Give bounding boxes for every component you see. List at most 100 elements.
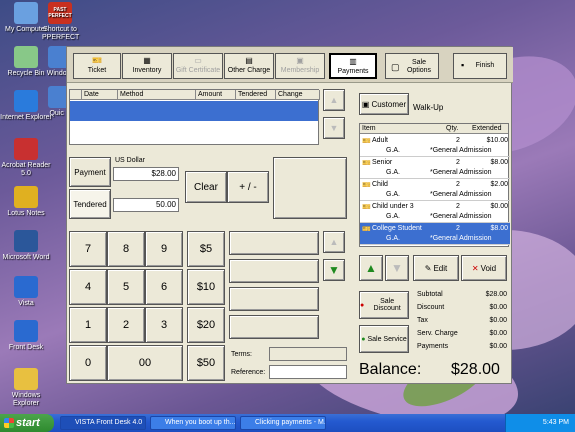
cart-down-button[interactable]: ▼ (385, 255, 409, 281)
function-slot[interactable] (229, 315, 319, 339)
keypad-key-0[interactable]: 0 (69, 345, 107, 381)
grid-header-change[interactable]: Change (276, 90, 320, 100)
discount-icon: ● (360, 301, 365, 309)
other-charge-icon: ▤ (245, 56, 253, 65)
sale-options-button[interactable]: ▢ Sale Options (385, 53, 439, 79)
desktop-icon[interactable]: Microsoft Word (0, 230, 52, 262)
keypad-key-3[interactable]: 3 (145, 307, 183, 343)
toolbar: 🎫 Ticket ▦ Inventory ▭ Gift Certificate ▤ Ot… (67, 47, 513, 83)
cart-item-name: Senior (372, 159, 393, 166)
cart-item[interactable]: 🎫 Senior 2 $8.00 G.A. *General Admission (360, 157, 510, 179)
clear-button[interactable]: Clear (185, 171, 227, 203)
keypad-key-7[interactable]: 7 (69, 231, 107, 267)
task-boot-up-doc[interactable]: When you boot up th... (150, 416, 236, 430)
cart-item-sub: G.A. (386, 169, 401, 176)
desktop-icon[interactable]: Vista (0, 276, 52, 308)
keypad-key-9[interactable]: 9 (145, 231, 183, 267)
keypad-key-8[interactable]: 8 (107, 231, 145, 267)
customer-value: Walk-Up (413, 103, 444, 112)
cart-item-name: Child (372, 181, 388, 188)
desktop-icon[interactable]: Acrobat Reader 5.0 (0, 138, 52, 178)
edit-button[interactable]: ✎ Edit (413, 255, 459, 281)
desktop-icon[interactable]: Front Desk (0, 320, 52, 352)
grid-scroll-down-button[interactable]: ▼ (323, 117, 345, 139)
cash-button[interactable]: $10 (187, 269, 225, 305)
summary-value: $0.00 (489, 317, 507, 324)
keypad-key-6[interactable]: 6 (145, 269, 183, 305)
payment-amount-field[interactable]: $28.00 (113, 167, 179, 181)
reference-field[interactable] (269, 365, 347, 379)
void-button[interactable]: ✕ Void (461, 255, 507, 281)
payments-icon: ▥ (349, 57, 357, 66)
cart-item-extended: $8.00 (490, 225, 508, 232)
task-vista-front-desk[interactable]: VISTA Front Desk 4.0 (60, 416, 146, 430)
ie-icon (14, 90, 38, 112)
cart-item-name: College Student (372, 225, 422, 232)
function-slot[interactable] (229, 259, 319, 283)
summary-value: $0.00 (489, 343, 507, 350)
cart-up-button[interactable]: ▲ (359, 255, 383, 281)
sale-discount-button[interactable]: ● Sale Discount (359, 291, 409, 319)
desktop-icon[interactable]: Lotus Notes (0, 186, 52, 218)
customer-button[interactable]: ▣ Customer (359, 93, 409, 115)
explorer-icon (14, 368, 38, 390)
finish-icon: ▪ (461, 60, 465, 70)
cart-item[interactable]: 🎫 Child 2 $2.00 G.A. *General Admission (360, 179, 510, 201)
function-scroll-down-button[interactable]: ▼ (323, 259, 345, 281)
sale-service-button[interactable]: ● Sale Service (359, 325, 409, 353)
desktop-icon[interactable]: PAST PERFECT Shortcut to PPERFECT (42, 2, 79, 42)
gift-certificate-button[interactable]: ▭ Gift Certificate (173, 53, 223, 79)
grid-scroll-up-button[interactable]: ▲ (323, 89, 345, 111)
grid-header-amount[interactable]: Amount (196, 90, 236, 100)
grid-header-corner (70, 90, 82, 100)
cart-item[interactable]: 🎫 Child under 3 2 $0.00 G.A. *General Admissi… (360, 201, 510, 223)
grid-header-date[interactable]: Date (82, 90, 118, 100)
cart-item[interactable]: 🎫 Adult 2 $10.00 G.A. *General Admission (360, 135, 510, 157)
desktop-icon-label: Acrobat Reader 5.0 (1, 162, 51, 177)
balance-label: Balance: (359, 361, 422, 378)
ticket-icon: 🎫 (362, 204, 371, 211)
cash-button[interactable]: $20 (187, 307, 225, 343)
inventory-label: Inventory (132, 67, 162, 74)
cart-item-sub: G.A. (386, 235, 401, 242)
cart-item-qty: 2 (456, 203, 460, 210)
terms-field[interactable] (269, 347, 347, 361)
gift-icon: ▭ (194, 56, 202, 65)
function-slot[interactable] (229, 231, 319, 255)
grid-selected-row[interactable] (70, 101, 318, 121)
cash-button[interactable]: $5 (187, 231, 225, 267)
tendered-amount-field[interactable]: 50.00 (113, 198, 179, 212)
desktop-icon-label: Windows Explorer (11, 392, 41, 407)
keypad-key-2[interactable]: 2 (107, 307, 145, 343)
keypad-key-1[interactable]: 1 (69, 307, 107, 343)
tendered-tab[interactable]: Tendered (69, 189, 111, 219)
inventory-button[interactable]: ▦ Inventory (122, 53, 172, 79)
payments-grid[interactable]: Date Method Amount Tendered Change (69, 89, 320, 145)
cart-header-extended: Extended (472, 125, 502, 132)
payments-button[interactable]: ▥ Payments (329, 53, 377, 79)
cart-list[interactable]: Item Qty. Extended 🎫 Adult 2 $10.00 G.A. *Gen… (359, 123, 510, 247)
membership-button[interactable]: ▣ Membership (275, 53, 325, 79)
ticket-icon: 🎫 (92, 56, 102, 65)
cart-item[interactable]: 🎫 College Student 2 $8.00 G.A. *General Admis… (360, 223, 510, 245)
function-scroll-up-button[interactable]: ▲ (323, 231, 345, 253)
cash-button[interactable]: $50 (187, 345, 225, 381)
inventory-icon: ▦ (143, 56, 151, 65)
keypad-key-4[interactable]: 4 (69, 269, 107, 305)
desktop-icon-label: Vista (18, 300, 34, 307)
keypad-key-00[interactable]: 00 (107, 345, 183, 381)
vista-icon (14, 276, 38, 298)
task-clicking-payments-doc[interactable]: Clicking payments - M... (240, 416, 326, 430)
function-slot[interactable] (229, 287, 319, 311)
payment-tab[interactable]: Payment (69, 157, 111, 187)
grid-header-method[interactable]: Method (118, 90, 196, 100)
finish-button[interactable]: ▪ Finish (453, 53, 507, 79)
other-charge-button[interactable]: ▤ Other Charge (224, 53, 274, 79)
keypad-key-5[interactable]: 5 (107, 269, 145, 305)
start-button[interactable]: start (0, 414, 54, 432)
plus-minus-button[interactable]: + / - (227, 171, 269, 203)
ticket-button[interactable]: 🎫 Ticket (73, 53, 121, 79)
summary-label: Subtotal (417, 291, 443, 298)
desktop-icon[interactable]: Windows Explorer (0, 368, 52, 408)
grid-header-tendered[interactable]: Tendered (236, 90, 276, 100)
